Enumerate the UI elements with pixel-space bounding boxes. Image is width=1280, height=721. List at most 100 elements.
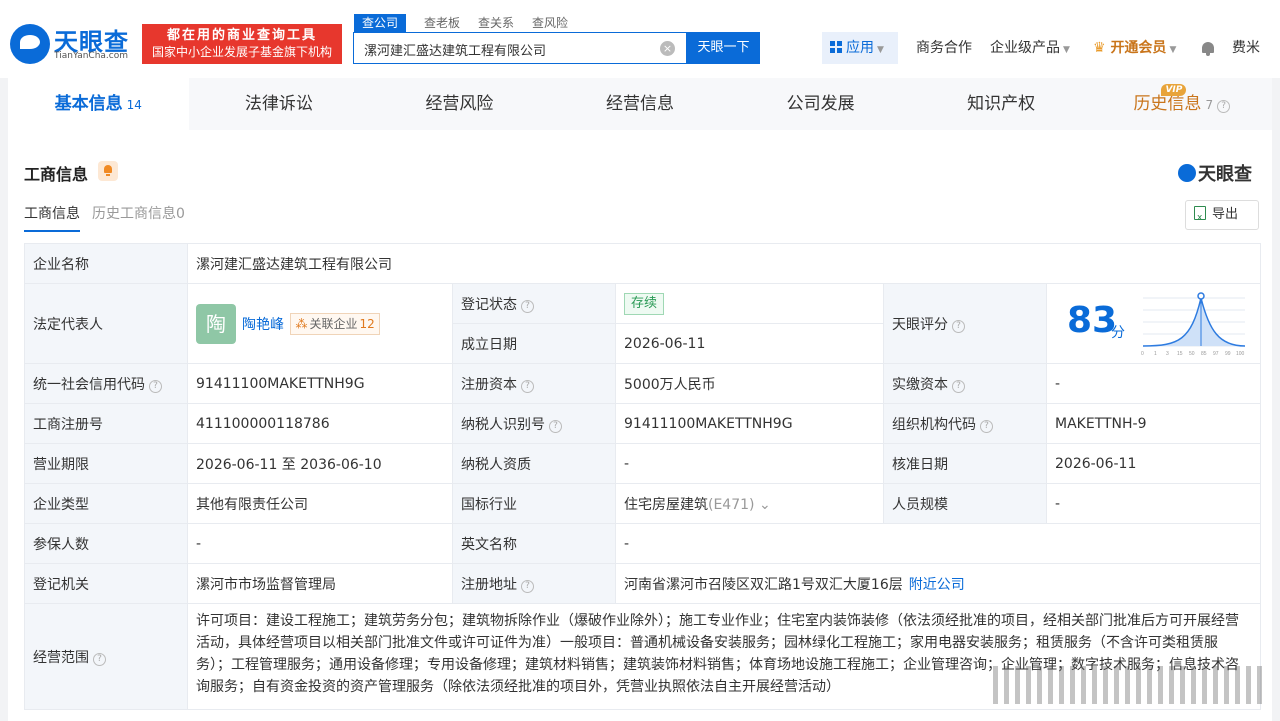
search-tab-relation[interactable]: 查关系 (478, 14, 514, 32)
reg-address-value: 河南省漯河市召陵区双汇路1号双汇大厦16层 (624, 576, 903, 593)
tab-ip[interactable]: 知识产权 (911, 78, 1092, 130)
term-value: 2026-06-11 至 2036-06-10 (187, 443, 453, 484)
industry-value: 住宅房屋建筑 (624, 496, 708, 513)
nav-open-vip[interactable]: ♛ 开通会员 ▼ (1093, 32, 1176, 64)
apps-menu-button[interactable]: 应用 ▼ (822, 32, 898, 64)
english-name-label: 英文名称 (452, 523, 616, 564)
assoc-count: 12 (359, 316, 375, 331)
table-row: 工商注册号 411100000118786 纳税人识别号? 91411100MA… (24, 403, 1262, 444)
approve-date-value: 2026-06-11 (1045, 443, 1262, 484)
avatar[interactable]: 陶 (196, 303, 236, 344)
help-icon[interactable]: ? (952, 319, 965, 333)
associated-companies-tag[interactable]: ⁂ 关联企业 12 (290, 312, 380, 335)
export-button[interactable]: 导出 (1185, 200, 1259, 232)
taxpayer-id-value: 91411100MAKETTNH9G (615, 403, 884, 444)
reg-status-label-text: 登记状态 (461, 296, 517, 313)
taxpayer-id-label-text: 纳税人识别号 (461, 416, 545, 433)
search-type-tabs: 查公司 查老板 查关系 查风险 (354, 14, 586, 32)
search-tab-risk[interactable]: 查风险 (532, 14, 568, 32)
bell-icon[interactable] (1200, 32, 1216, 64)
score-label-text: 天眼评分 (892, 316, 948, 333)
legal-rep-cell: 陶陶艳峰 ⁂ 关联企业 12 (187, 283, 453, 364)
help-icon[interactable]: ? (149, 379, 162, 393)
score-label: 天眼评分? (883, 283, 1047, 364)
table-row: 营业期限 2026-06-11 至 2036-06-10 纳税人资质 - 核准日… (24, 443, 1262, 484)
nav-vip-label: 开通会员 (1110, 40, 1167, 56)
score-tick: 99 (1225, 351, 1231, 357)
tab-history[interactable]: 历史信息 7? VIP (1091, 78, 1272, 130)
score-unit: 分 (1111, 325, 1125, 341)
reg-capital-label-text: 注册资本 (461, 376, 517, 393)
nav-enterprise-label: 企业级产品 (990, 40, 1060, 56)
search-input-value: 漯河建汇盛达建筑工程有限公司 (364, 44, 547, 59)
site-logo[interactable]: 天眼查 TianYanCha.com (10, 24, 140, 64)
tab-operating-risk[interactable]: 经营风险 (369, 78, 550, 130)
nearby-companies-link[interactable]: 附近公司 (909, 577, 965, 593)
org-code-label-text: 组织机构代码 (892, 416, 976, 433)
help-icon[interactable]: ? (521, 579, 534, 593)
watermark-overlay (993, 666, 1263, 704)
score-distribution-chart: 0 1 3 15 50 85 97 99 100 (1141, 292, 1246, 357)
score-tick: 0 (1141, 351, 1144, 357)
score-tick: 15 (1177, 351, 1183, 357)
english-name-value: - (614, 523, 1262, 564)
reg-address-label-text: 注册地址 (461, 576, 517, 593)
apps-grid-icon (830, 41, 842, 53)
org-code-label: 组织机构代码? (883, 403, 1047, 444)
table-row: 企业名称 漯河建汇盛达建筑工程有限公司 (24, 243, 1262, 284)
nav-enterprise-products[interactable]: 企业级产品 ▼ (990, 32, 1070, 64)
tab-basic-info[interactable]: 基本信息 14 (8, 78, 189, 130)
reg-authority-label: 登记机关 (24, 563, 188, 604)
score-tick: 50 (1189, 351, 1195, 357)
credit-code-label: 统一社会信用代码? (24, 363, 188, 404)
search-button[interactable]: 天眼一下 (687, 32, 760, 64)
legal-rep-link[interactable]: 陶艳峰 (242, 317, 284, 333)
section-title: 工商信息 (24, 165, 89, 184)
industry-label: 国标行业 (452, 483, 616, 524)
help-icon[interactable]: ? (521, 299, 534, 313)
slogan-banner[interactable]: 都在用的商业查询工具 国家中小企业发展子基金旗下机构 (142, 24, 342, 64)
tab-count: 14 (126, 98, 142, 112)
tab-label: 历史信息 (1133, 94, 1202, 114)
excel-icon (1194, 204, 1206, 232)
table-row: 统一社会信用代码? 91411100MAKETTNH9G 注册资本? 5000万… (24, 363, 1262, 404)
tab-label: 基本信息 (54, 94, 123, 114)
help-icon[interactable]: ? (980, 419, 993, 433)
user-menu[interactable]: 费米 (1232, 32, 1260, 64)
scope-label: 经营范围? (24, 603, 188, 710)
score-cell[interactable]: 83 分 0 1 3 15 50 85 97 99 100 (1045, 283, 1262, 364)
tab-development[interactable]: 公司发展 (730, 78, 911, 130)
credit-code-label-text: 统一社会信用代码 (33, 376, 145, 393)
help-icon[interactable]: ? (521, 379, 534, 393)
chevron-down-icon: ▼ (1169, 45, 1177, 55)
tab-operating-info[interactable]: 经营信息 (550, 78, 731, 130)
help-icon[interactable]: ? (549, 419, 562, 433)
help-icon[interactable]: ? (1217, 100, 1231, 113)
brand-logo: 天眼查 (1178, 160, 1252, 186)
org-code-value: MAKETTNH-9 (1045, 403, 1262, 444)
industry-cell[interactable]: 住宅房屋建筑(E471) ⌄ (615, 483, 884, 524)
search-input[interactable]: 漯河建汇盛达建筑工程有限公司 × (353, 32, 687, 64)
crown-icon: ♛ (1093, 40, 1106, 56)
search-tab-boss[interactable]: 查老板 (424, 14, 460, 32)
assoc-label: 关联企业 (309, 316, 358, 331)
nav-business[interactable]: 商务合作 (916, 32, 972, 64)
reg-authority-value: 漯河市市场监督管理局 (187, 563, 453, 604)
score-tick: 1 (1154, 351, 1157, 357)
subtab-business-info[interactable]: 工商信息 (24, 204, 80, 232)
chevron-down-icon: ▼ (1063, 45, 1070, 55)
alert-bell-icon[interactable] (98, 161, 118, 181)
vip-badge: VIP (1161, 84, 1187, 96)
clear-icon[interactable]: × (660, 41, 675, 56)
logo-eye-icon (1178, 164, 1196, 182)
term-label: 营业期限 (24, 443, 188, 484)
subtab-history-business-info[interactable]: 历史工商信息0 (92, 204, 185, 232)
help-icon[interactable]: ? (952, 379, 965, 393)
taxpayer-qual-value: - (615, 443, 884, 484)
score-tick: 85 (1201, 351, 1207, 357)
insured-value: - (187, 523, 453, 564)
tab-legal[interactable]: 法律诉讼 (189, 78, 370, 130)
reg-address-label: 注册地址? (452, 563, 616, 604)
help-icon[interactable]: ? (93, 652, 106, 666)
search-tab-company[interactable]: 查公司 (354, 14, 407, 32)
